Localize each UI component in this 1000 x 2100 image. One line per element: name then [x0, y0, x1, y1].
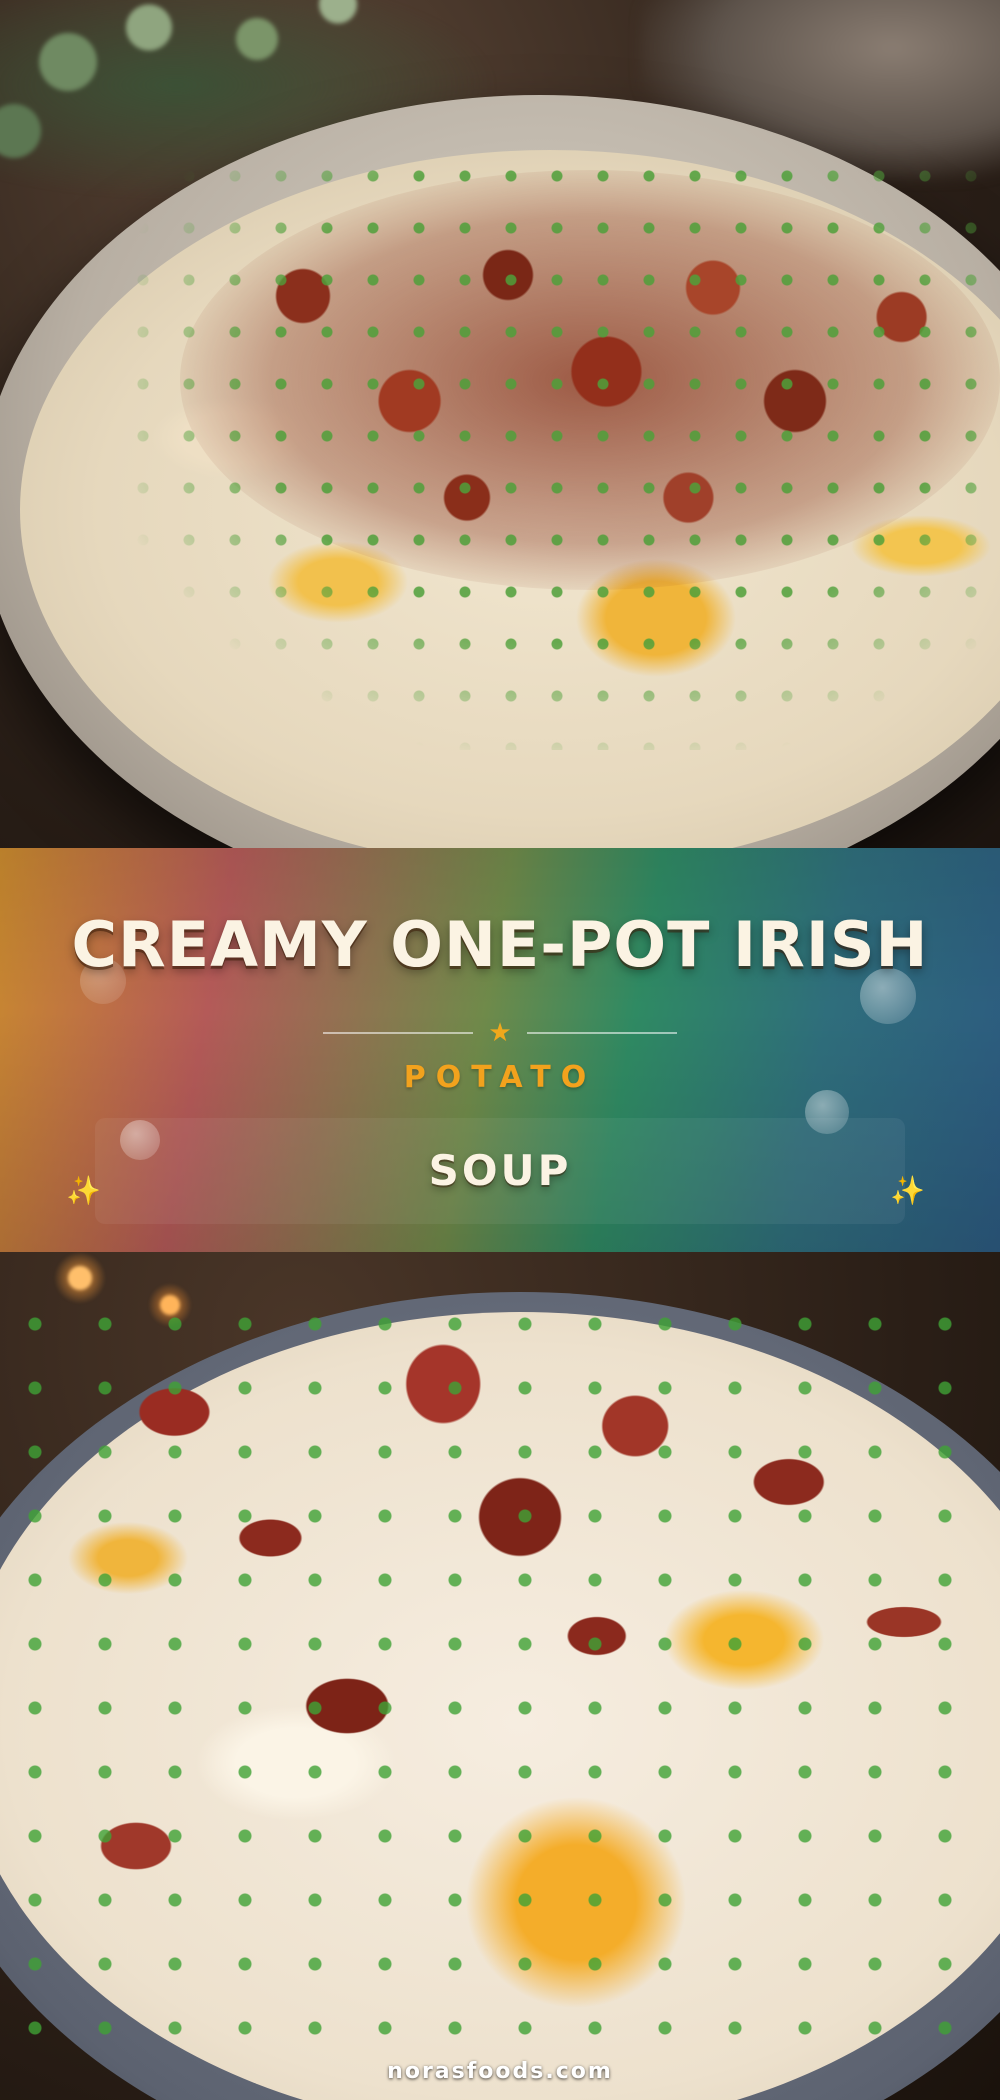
decorative-bubble: [805, 1090, 849, 1134]
bottom-food-photo: norasfoods.com: [0, 1252, 1000, 2100]
recipe-subtitle: POTATO: [403, 1060, 597, 1095]
title-banner: CREAMY ONE-POT IRISH ★ POTATO SOUP ✨ ✨: [0, 848, 1000, 1252]
recipe-title-second-line: SOUP: [428, 1146, 572, 1195]
chive-garnish: [0, 1292, 1000, 2052]
chive-garnish: [120, 150, 1000, 750]
top-food-photo: [0, 0, 1000, 848]
star-icon: ★: [488, 1018, 512, 1048]
divider-line-left: [323, 1032, 473, 1034]
title-divider: ★: [0, 1018, 1000, 1048]
site-watermark: norasfoods.com: [387, 2059, 613, 2084]
recipe-title: CREAMY ONE-POT IRISH: [71, 908, 929, 981]
divider-line-right: [527, 1032, 677, 1034]
sparkle-icon: ✨: [890, 1174, 925, 1207]
sparkle-icon: ✨: [66, 1174, 101, 1207]
pin-image: CREAMY ONE-POT IRISH ★ POTATO SOUP ✨ ✨ n…: [0, 0, 1000, 2100]
